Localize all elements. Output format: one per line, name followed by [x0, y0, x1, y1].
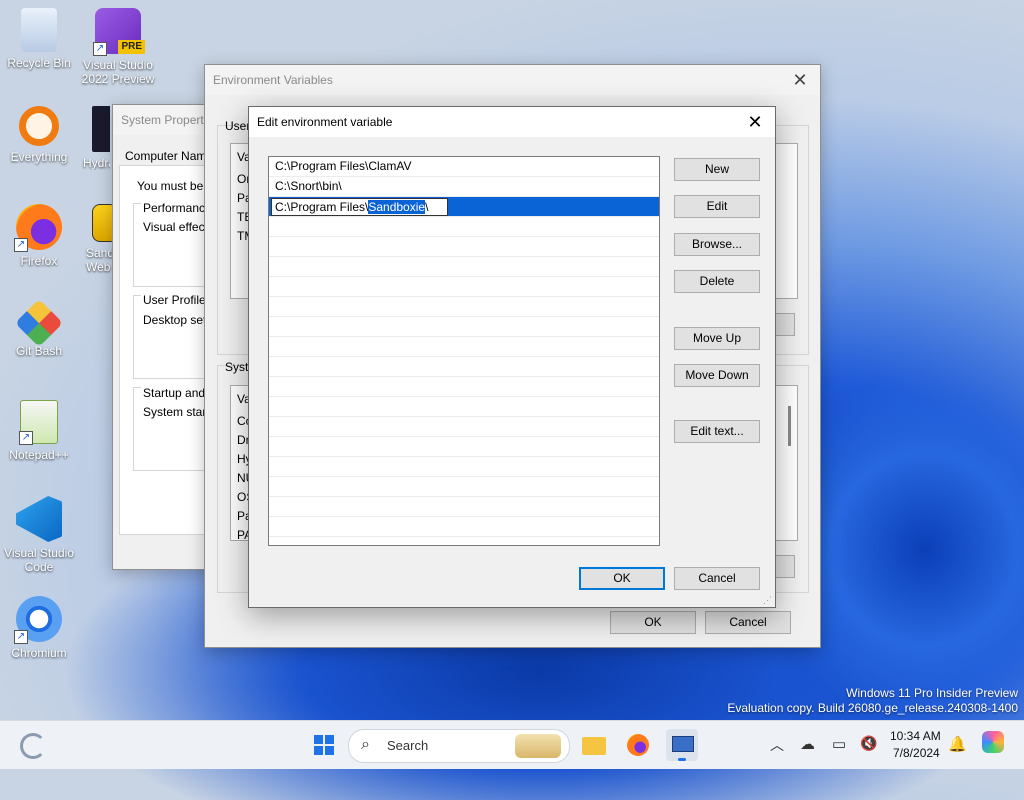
empty-row[interactable] [269, 357, 659, 377]
system-properties-taskbar-icon[interactable] [666, 729, 698, 761]
search-icon: ⌕ [361, 736, 370, 753]
empty-row[interactable] [269, 537, 659, 545]
shortcut-arrow-icon: ↗ [14, 630, 28, 644]
vscode-icon [16, 496, 62, 542]
close-icon[interactable]: ✕ [735, 107, 775, 137]
empty-row[interactable] [269, 477, 659, 497]
cancel-button[interactable]: Cancel [674, 567, 760, 590]
window-title: Environment Variables [205, 65, 820, 95]
notification-bell-icon[interactable]: 🔔 [948, 735, 967, 753]
desktop-icon-sandboxie[interactable]: Sandboxie Web [80, 204, 112, 274]
search-highlight-icon [515, 734, 561, 758]
user-profiles-label: User Profiles [141, 293, 214, 307]
empty-row[interactable] [269, 257, 659, 277]
firefox-taskbar-icon[interactable] [622, 729, 654, 761]
scrollbar-thumb[interactable] [788, 406, 791, 446]
desktop-icon-firefox[interactable]: ↗ Firefox [1, 204, 77, 268]
desktop-icon-recycle-bin[interactable]: Recycle Bin [1, 8, 77, 70]
git-bash-icon [14, 298, 64, 348]
empty-row[interactable] [269, 377, 659, 397]
list-item[interactable]: C:\Snort\bin\ [269, 177, 659, 197]
desktop-icon-git-bash[interactable]: Git Bash [1, 298, 77, 358]
recycle-bin-icon [21, 8, 57, 52]
empty-row[interactable] [269, 517, 659, 537]
cancel-button[interactable]: Cancel [705, 611, 791, 634]
empty-row[interactable] [269, 457, 659, 477]
edit-text-prefix: C:\Program Files\ [275, 200, 369, 214]
edit-text-button[interactable]: Edit text... [674, 420, 760, 443]
user-variables-label: User [225, 119, 251, 133]
desktop-icon-visual-studio-preview[interactable]: PRE ↗ Visual Studio 2022 Preview [80, 8, 156, 86]
network-icon[interactable]: ☁ [800, 735, 815, 753]
empty-row[interactable] [269, 277, 659, 297]
clock-date[interactable]: 7/8/2024 [893, 746, 940, 760]
desktop-settings-text: Desktop setti [143, 313, 213, 327]
dialog-title: Edit environment variable [249, 107, 775, 137]
hydra-icon [92, 106, 110, 152]
close-icon[interactable]: ✕ [780, 65, 820, 95]
empty-row[interactable] [269, 437, 659, 457]
desktop-icon-vscode[interactable]: Visual Studio Code [1, 496, 77, 574]
file-explorer-icon[interactable] [578, 729, 610, 761]
search-placeholder: Search [387, 738, 429, 753]
start-icon[interactable] [308, 729, 340, 761]
empty-row[interactable] [269, 237, 659, 257]
inline-edit-field[interactable]: C:\Program Files\Sandboxie\ [271, 198, 448, 216]
chromium-icon: ↗ [14, 596, 62, 644]
desktop-icon-chromium[interactable]: ↗ Chromium [1, 596, 77, 660]
empty-row[interactable] [269, 417, 659, 437]
volume-icon[interactable]: 🔇 [860, 735, 877, 752]
watermark-line2: Evaluation copy. Build 26080.ge_release.… [727, 701, 1018, 715]
shortcut-arrow-icon: ↗ [14, 238, 28, 252]
clock-time[interactable]: 10:34 AM [890, 729, 941, 743]
visual-studio-icon: PRE ↗ [93, 8, 145, 56]
empty-row[interactable] [269, 217, 659, 237]
performance-label: Performance [141, 201, 214, 215]
empty-row[interactable] [269, 397, 659, 417]
tab-computer-name[interactable]: Computer Name [125, 149, 213, 163]
edit-text-selection: Sandboxie [368, 200, 426, 214]
search-box[interactable]: ⌕ Search [348, 729, 570, 763]
shortcut-arrow-icon: ↗ [19, 431, 33, 445]
notepad-icon: ↗ [19, 400, 58, 445]
move-up-button[interactable]: Move Up [674, 327, 760, 350]
list-item-editing[interactable]: C:\Program Files\Sandboxie\ [269, 197, 659, 217]
empty-row[interactable] [269, 297, 659, 317]
edit-text-suffix: \ [425, 200, 429, 214]
delete-button[interactable]: Delete [674, 270, 760, 293]
resize-grip-icon[interactable]: ⋰ [763, 595, 773, 605]
firefox-icon: ↗ [14, 204, 62, 252]
empty-row[interactable] [269, 497, 659, 517]
new-button[interactable]: New [674, 158, 760, 181]
widgets-icon[interactable] [16, 729, 48, 761]
move-down-button[interactable]: Move Down [674, 364, 760, 387]
path-entries-list[interactable]: C:\Program Files\ClamAV C:\Snort\bin\ C:… [268, 156, 660, 546]
copilot-icon[interactable] [982, 731, 1004, 753]
browse-button[interactable]: Browse... [674, 233, 760, 256]
watermark-line1: Windows 11 Pro Insider Preview [846, 686, 1018, 700]
desktop-icon-hydra[interactable]: Hydra [80, 106, 110, 170]
ok-button[interactable]: OK [579, 567, 665, 590]
display-icon[interactable]: ▭ [832, 735, 846, 753]
desktop-icon-notepad-plus-plus[interactable]: ↗ Notepad++ [1, 400, 77, 462]
pre-badge: PRE [118, 40, 145, 54]
taskbar: ⌕ Search ︿ ☁ ▭ 🔇 10:34 AM 7/8/2024 🔔 [0, 720, 1024, 769]
ok-button[interactable]: OK [610, 611, 696, 634]
edit-button[interactable]: Edit [674, 195, 760, 218]
empty-row[interactable] [269, 317, 659, 337]
chevron-up-icon[interactable]: ︿ [770, 735, 784, 755]
desktop-icon-everything[interactable]: Everything [1, 106, 77, 164]
list-item[interactable]: C:\Program Files\ClamAV [269, 157, 659, 177]
shortcut-arrow-icon: ↗ [93, 42, 107, 56]
magnifier-icon [19, 106, 59, 146]
empty-row[interactable] [269, 337, 659, 357]
sandboxie-icon [92, 204, 112, 242]
